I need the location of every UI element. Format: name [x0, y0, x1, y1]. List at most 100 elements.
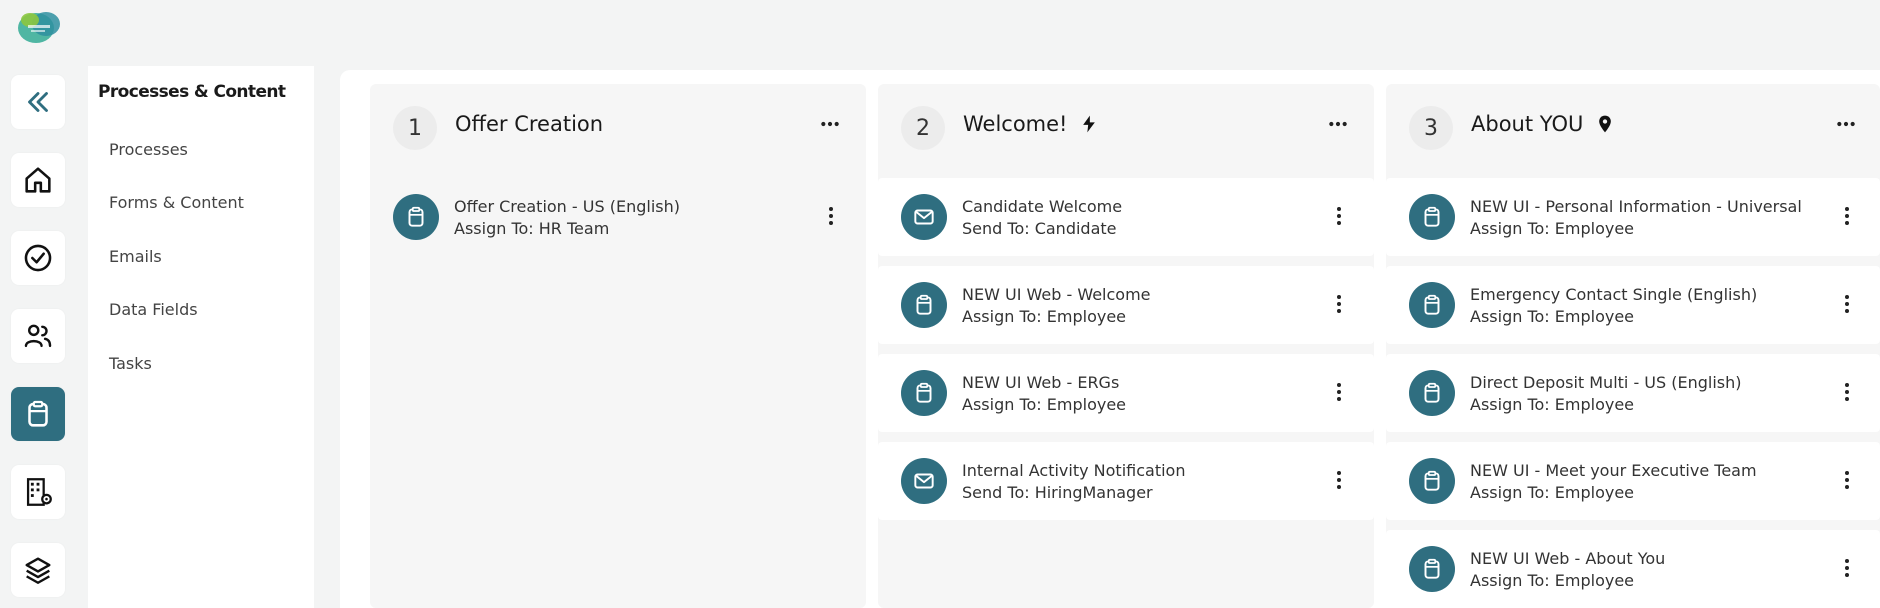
column-title-text: About YOU: [1471, 112, 1584, 136]
step-assignee: Assign To: Employee: [1470, 219, 1635, 238]
column-more-button[interactable]: [1832, 114, 1860, 134]
step-name: NEW UI - Meet your Executive Team: [1470, 461, 1757, 480]
more-horizontal-icon: [821, 121, 839, 127]
column-header: 3 About YOU: [1386, 84, 1880, 164]
step-name: Internal Activity Notification: [962, 461, 1186, 480]
process-step-card[interactable]: Offer Creation - US (English) Assign To:…: [370, 178, 866, 256]
step-number: 3: [1409, 106, 1453, 150]
envelope-icon: [914, 473, 934, 489]
form-step-icon: [1409, 282, 1455, 328]
clipboard-icon: [916, 294, 932, 315]
step-number: 2: [901, 106, 945, 150]
step-name: NEW UI Web - ERGs: [962, 373, 1120, 392]
process-column-3: 3 About YOU NEW UI - Personal Informatio…: [1386, 84, 1880, 608]
column-title-text: Welcome!: [963, 112, 1068, 136]
layers-icon: [25, 557, 51, 584]
step-name: Direct Deposit Multi - US (English): [1470, 373, 1742, 392]
step-assignee: Assign To: Employee: [1470, 571, 1635, 590]
column-title: Welcome!: [963, 112, 1099, 136]
nav-content-button[interactable]: [11, 543, 65, 597]
step-menu-button[interactable]: [1334, 292, 1344, 316]
subnav-item-data-fields[interactable]: Data Fields: [109, 300, 198, 319]
form-step-icon: [1409, 458, 1455, 504]
step-assignee: Send To: HiringManager: [962, 483, 1153, 502]
subnav-item-emails[interactable]: Emails: [109, 247, 162, 266]
nav-organization-button[interactable]: [11, 465, 65, 519]
column-more-button[interactable]: [1324, 114, 1352, 134]
step-assignee: Assign To: HR Team: [454, 219, 610, 238]
step-menu-button[interactable]: [1842, 556, 1852, 580]
process-step-card[interactable]: Internal Activity Notification Send To: …: [878, 442, 1374, 520]
process-step-card[interactable]: NEW UI - Meet your Executive Team Assign…: [1386, 442, 1880, 520]
column-more-button[interactable]: [816, 114, 844, 134]
step-number: 1: [393, 106, 437, 150]
step-assignee: Assign To: Employee: [1470, 395, 1635, 414]
collapse-sidebar-button[interactable]: [11, 75, 65, 129]
process-step-card[interactable]: NEW UI Web - Welcome Assign To: Employee: [878, 266, 1374, 344]
process-step-card[interactable]: Emergency Contact Single (English) Assig…: [1386, 266, 1880, 344]
building-gear-icon: [26, 478, 52, 506]
process-column-1: 1 Offer Creation Offer Creation - US (En…: [370, 84, 866, 608]
step-name: NEW UI Web - Welcome: [962, 285, 1151, 304]
nav-processes-button[interactable]: [11, 387, 65, 441]
process-step-card[interactable]: Direct Deposit Multi - US (English) Assi…: [1386, 354, 1880, 432]
nav-home-button[interactable]: [11, 153, 65, 207]
map-pin-icon: [1599, 115, 1612, 133]
step-assignee: Assign To: Employee: [1470, 483, 1635, 502]
step-menu-button[interactable]: [1842, 468, 1852, 492]
subnav-title: Processes & Content: [98, 82, 286, 102]
form-step-icon: [393, 194, 439, 240]
process-step-card[interactable]: NEW UI - Personal Information - Universa…: [1386, 178, 1880, 256]
clipboard-icon: [408, 206, 424, 227]
clipboard-icon: [1424, 206, 1440, 227]
clipboard-icon: [1424, 382, 1440, 403]
step-name: NEW UI Web - About You: [1470, 549, 1666, 568]
form-step-icon: [1409, 370, 1455, 416]
form-step-icon: [901, 282, 947, 328]
step-name: Candidate Welcome: [962, 197, 1123, 216]
email-step-icon: [901, 458, 947, 504]
clipboard-icon: [1424, 294, 1440, 315]
home-icon: [25, 167, 51, 193]
form-step-icon: [901, 370, 947, 416]
step-menu-button[interactable]: [1334, 380, 1344, 404]
step-menu-button[interactable]: [1842, 292, 1852, 316]
column-header: 1 Offer Creation: [370, 84, 866, 164]
step-menu-button[interactable]: [1334, 468, 1344, 492]
step-assignee: Assign To: Employee: [962, 395, 1127, 414]
clipboard-icon: [28, 400, 48, 427]
more-horizontal-icon: [1329, 121, 1347, 127]
check-circle-icon: [24, 244, 52, 272]
lightning-icon: [1083, 115, 1096, 133]
company-logo: [16, 8, 62, 46]
subnav-item-forms-content[interactable]: Forms & Content: [109, 193, 244, 212]
step-assignee: Assign To: Employee: [1470, 307, 1635, 326]
more-horizontal-icon: [1837, 121, 1855, 127]
step-name: Emergency Contact Single (English): [1470, 285, 1758, 304]
clipboard-icon: [1424, 558, 1440, 579]
process-step-card[interactable]: NEW UI Web - About You Assign To: Employ…: [1386, 530, 1880, 608]
subnav-item-tasks[interactable]: Tasks: [109, 354, 152, 373]
envelope-icon: [914, 209, 934, 225]
column-title: Offer Creation: [455, 112, 603, 136]
step-name: Offer Creation - US (English): [454, 197, 680, 216]
email-step-icon: [901, 194, 947, 240]
step-menu-button[interactable]: [826, 204, 836, 228]
process-step-card[interactable]: NEW UI Web - ERGs Assign To: Employee: [878, 354, 1374, 432]
column-title-text: Offer Creation: [455, 112, 604, 136]
column-header: 2 Welcome!: [878, 84, 1374, 164]
step-assignee: Send To: Candidate: [962, 219, 1117, 238]
step-menu-button[interactable]: [1334, 204, 1344, 228]
step-menu-button[interactable]: [1842, 380, 1852, 404]
process-step-card[interactable]: Candidate Welcome Send To: Candidate: [878, 178, 1374, 256]
people-icon: [24, 324, 52, 348]
clipboard-icon: [916, 382, 932, 403]
step-menu-button[interactable]: [1842, 204, 1852, 228]
subnav-panel: Processes & Content Processes Forms & Co…: [88, 66, 314, 608]
form-step-icon: [1409, 194, 1455, 240]
nav-people-button[interactable]: [11, 309, 65, 363]
nav-tasks-button[interactable]: [11, 231, 65, 285]
subnav-item-processes[interactable]: Processes: [109, 140, 188, 159]
clipboard-icon: [1424, 470, 1440, 491]
step-assignee: Assign To: Employee: [962, 307, 1127, 326]
